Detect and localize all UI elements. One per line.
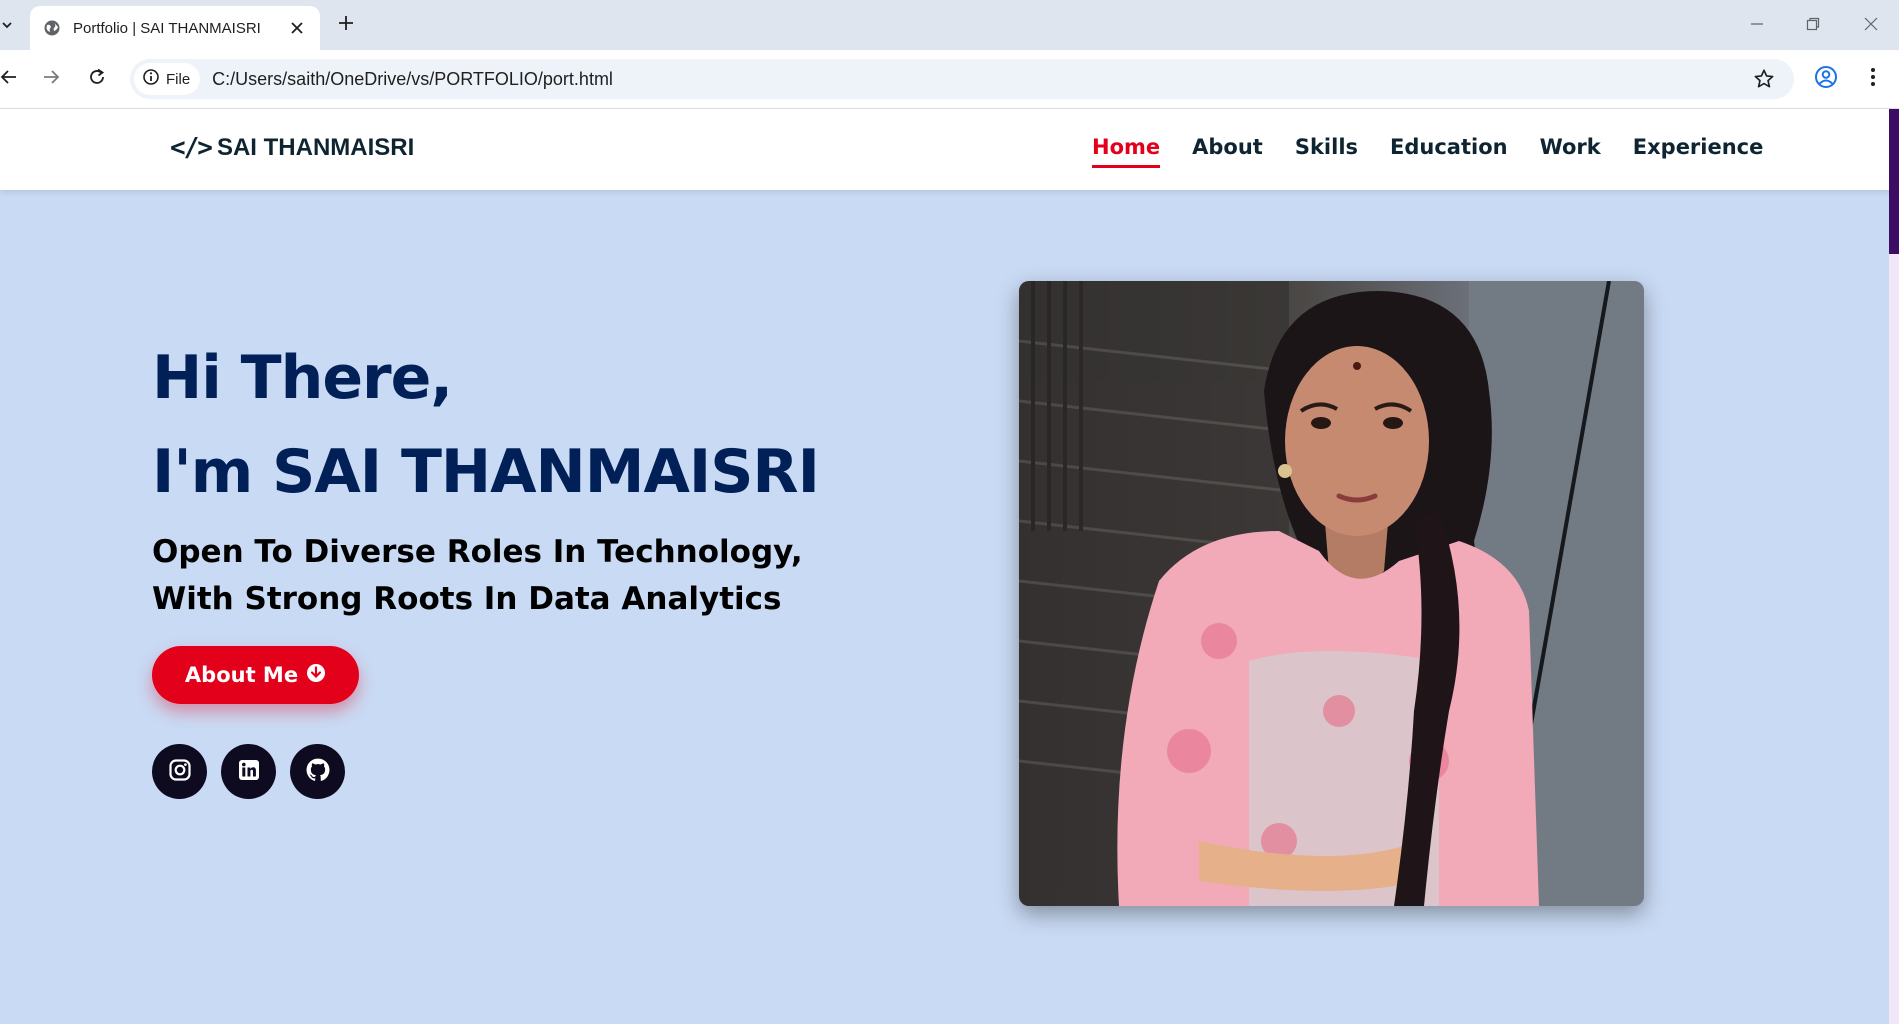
page-viewport: </> SAI THANMAISRI Home About Skills Edu… <box>0 109 1899 1024</box>
nav-link-work[interactable]: Work <box>1540 135 1601 168</box>
restore-button[interactable] <box>1802 14 1824 36</box>
site-header: </> SAI THANMAISRI Home About Skills Edu… <box>0 109 1899 190</box>
linkedin-icon <box>237 758 261 786</box>
nav-link-education[interactable]: Education <box>1390 135 1508 168</box>
site-info-chip[interactable]: File <box>134 63 201 95</box>
restore-icon <box>1806 16 1820 35</box>
social-links <box>152 744 345 799</box>
scrollbar-thumb[interactable] <box>1889 109 1899 254</box>
nav-link-skills[interactable]: Skills <box>1295 135 1358 168</box>
close-window-button[interactable] <box>1860 14 1882 36</box>
github-link[interactable] <box>290 744 345 799</box>
chevron-down-icon <box>1 16 13 35</box>
minimize-button[interactable] <box>1746 14 1768 36</box>
account-circle-icon <box>1814 65 1838 93</box>
browser-tab[interactable]: Portfolio | SAI THANMAISRI <box>30 6 320 50</box>
back-button[interactable] <box>0 66 22 92</box>
tab-title: Portfolio | SAI THANMAISRI <box>73 19 261 37</box>
address-bar[interactable]: File C:/Users/saith/OneDrive/vs/PORTFOLI… <box>130 59 1794 99</box>
browser-tab-strip: Portfolio | SAI THANMAISRI <box>0 0 1899 50</box>
instagram-link[interactable] <box>152 744 207 799</box>
hero-intro: I'm SAI THANMAISRI <box>152 437 820 507</box>
code-icon: </> <box>170 133 213 163</box>
linkedin-link[interactable] <box>221 744 276 799</box>
github-icon <box>305 757 331 787</box>
instagram-icon <box>168 758 192 786</box>
new-tab-button[interactable] <box>335 14 357 36</box>
nav-link-about[interactable]: About <box>1192 135 1263 168</box>
info-icon <box>142 68 160 90</box>
portrait-illustration <box>1019 281 1644 906</box>
browser-toolbar: File C:/Users/saith/OneDrive/vs/PORTFOLI… <box>0 50 1899 109</box>
forward-button[interactable] <box>38 66 64 92</box>
arrow-left-icon <box>0 68 18 90</box>
globe-icon <box>43 19 61 37</box>
profile-button[interactable] <box>1813 66 1839 92</box>
reload-icon <box>88 68 106 90</box>
close-icon <box>1864 16 1878 35</box>
bookmark-star-icon[interactable] <box>1752 67 1776 91</box>
browser-menu-button[interactable] <box>1860 66 1886 92</box>
about-me-label: About Me <box>184 663 299 687</box>
site-nav-menu: Home About Skills Education Work Experie… <box>1092 135 1763 168</box>
site-logo[interactable]: </> SAI THANMAISRI <box>170 133 414 163</box>
hero-greeting: Hi There, <box>152 343 453 413</box>
scrollbar-track[interactable] <box>1889 254 1899 1024</box>
more-vert-icon <box>1870 67 1876 91</box>
nav-link-experience[interactable]: Experience <box>1633 135 1764 168</box>
site-info-label: File <box>166 70 191 88</box>
minimize-icon <box>1750 16 1764 35</box>
arrow-circle-down-icon <box>306 663 326 688</box>
hero-text: Hi There, I'm SAI THANMAISRI Open To Div… <box>152 331 872 623</box>
close-tab-icon[interactable] <box>288 19 306 37</box>
about-me-button[interactable]: About Me <box>152 646 359 704</box>
reload-button[interactable] <box>84 66 110 92</box>
nav-link-home[interactable]: Home <box>1092 135 1161 168</box>
hero-tagline: Open To Diverse Roles In Technology, Wit… <box>152 534 803 617</box>
tab-search-button[interactable] <box>0 12 14 38</box>
brand-name: SAI THANMAISRI <box>216 134 415 161</box>
arrow-right-icon <box>42 68 60 90</box>
profile-photo <box>1019 281 1644 906</box>
url-text[interactable]: C:/Users/saith/OneDrive/vs/PORTFOLIO/por… <box>212 69 1752 90</box>
plus-icon <box>338 15 354 35</box>
